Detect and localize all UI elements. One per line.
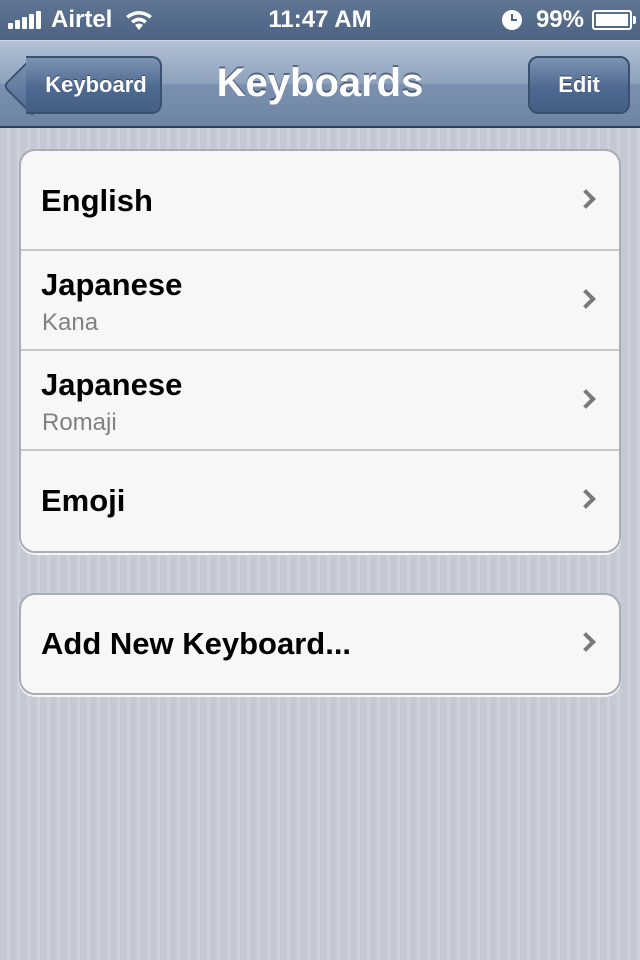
keyboard-row-english[interactable]: English	[21, 151, 619, 251]
navigation-bar: Keyboard Keyboards Edit	[0, 40, 640, 128]
keyboard-row-japanese-romaji[interactable]: Japanese Romaji	[21, 351, 619, 451]
status-right: 99%	[501, 6, 636, 34]
keyboard-label: Japanese	[41, 367, 183, 402]
keyboard-detail: Kana	[42, 309, 99, 336]
battery-level-fill	[596, 14, 628, 26]
chevron-right-icon	[576, 189, 596, 209]
chevron-right-icon	[576, 489, 596, 509]
keyboard-detail: Romaji	[42, 409, 117, 436]
add-keyboard-label: Add New Keyboard...	[41, 626, 352, 661]
battery-icon	[592, 10, 636, 30]
chevron-right-icon	[576, 389, 596, 409]
keyboard-row-japanese-kana[interactable]: Japanese Kana	[21, 251, 619, 351]
keyboards-list: English Japanese Kana Japanese Romaji Em…	[19, 149, 621, 553]
edit-button[interactable]: Edit	[528, 56, 630, 114]
keyboard-label: Emoji	[41, 483, 126, 518]
add-keyboard-group: Add New Keyboard...	[19, 593, 621, 695]
alarm-clock-icon	[501, 10, 522, 30]
edit-button-label: Edit	[558, 72, 600, 97]
keyboard-label: Japanese	[41, 267, 183, 302]
battery-percent: 99%	[535, 6, 584, 33]
chevron-right-icon	[576, 289, 596, 309]
status-bar: Airtel 11:47 AM 99%	[0, 0, 640, 40]
keyboard-label: English	[41, 183, 153, 218]
add-new-keyboard-row[interactable]: Add New Keyboard...	[21, 595, 619, 693]
keyboard-row-emoji[interactable]: Emoji	[21, 451, 619, 551]
chevron-right-icon	[576, 632, 596, 652]
